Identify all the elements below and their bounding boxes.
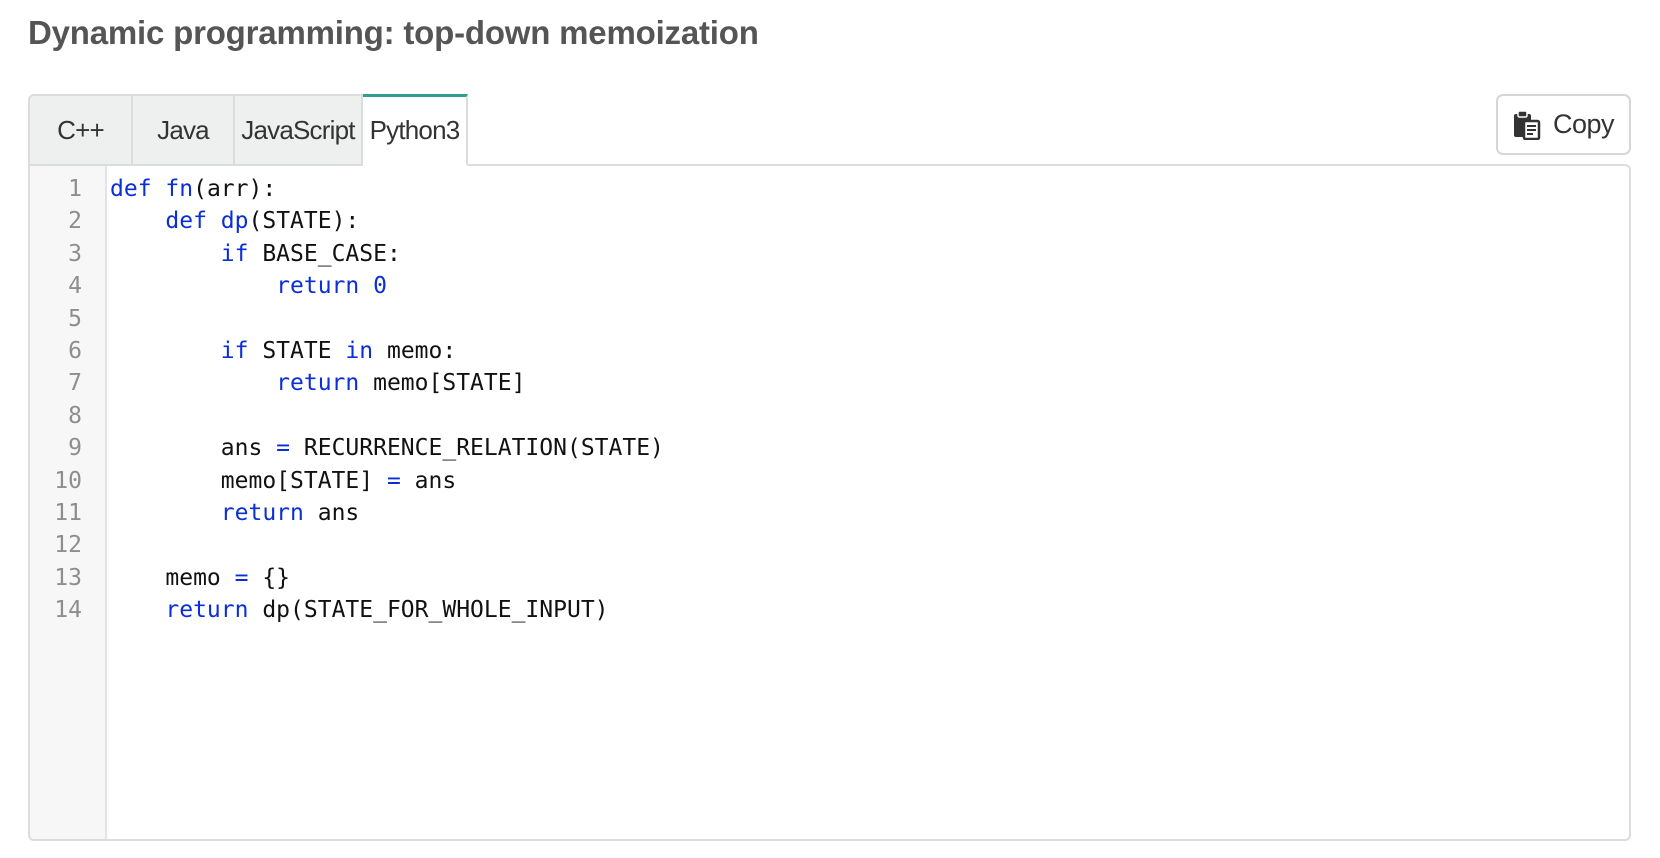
code-token: memo: bbox=[373, 338, 457, 364]
line-number-gutter: 1 2 3 4 5 6 7 8 9 10 11 12 13 14 bbox=[30, 166, 107, 839]
code-token: return bbox=[276, 273, 360, 300]
code-line: return memo[STATE] bbox=[110, 366, 525, 400]
line-number: 2 bbox=[68, 208, 82, 235]
code-token: = bbox=[276, 435, 291, 462]
code-token: = bbox=[234, 564, 249, 591]
code-line: def dp(STATE): bbox=[110, 204, 359, 238]
code-line: return 0 bbox=[110, 269, 387, 303]
code-token: RECURRENCE_RELATION(STATE) bbox=[290, 435, 664, 462]
code-token: (arr): bbox=[193, 176, 277, 202]
code-token: = bbox=[386, 467, 401, 494]
code-token: return bbox=[165, 597, 249, 624]
code-token: return bbox=[220, 500, 304, 526]
tab-java[interactable]: Java bbox=[133, 94, 235, 166]
code-token: BASE_CASE: bbox=[248, 240, 401, 267]
code-widget: C++ Java JavaScript Python3 Copy 1234567… bbox=[28, 94, 1631, 841]
code-line: if BASE_CASE: bbox=[110, 237, 401, 271]
code-token: dp bbox=[220, 208, 249, 235]
code-token: if bbox=[220, 240, 249, 267]
code-token: in bbox=[345, 338, 374, 364]
code-line: return ans bbox=[110, 496, 359, 530]
code-token: def bbox=[110, 176, 152, 202]
code-token: STATE bbox=[248, 338, 346, 364]
code-token: def bbox=[165, 208, 207, 235]
line-number: 5 bbox=[68, 305, 82, 332]
line-number: 10 bbox=[54, 467, 82, 494]
line-number: 6 bbox=[68, 338, 82, 364]
line-number: 3 bbox=[68, 240, 82, 267]
line-number: 9 bbox=[68, 435, 82, 462]
code-token: if bbox=[220, 338, 249, 364]
code-line: ans = RECURRENCE_RELATION(STATE) bbox=[110, 431, 664, 465]
code-token: {} bbox=[248, 564, 291, 591]
line-number: 14 bbox=[54, 597, 82, 624]
line-number: 11 bbox=[54, 500, 82, 526]
line-number: 13 bbox=[54, 564, 82, 591]
code-token: memo[STATE] bbox=[359, 370, 526, 397]
code-line: memo[STATE] = ans bbox=[110, 464, 456, 498]
language-tabs: C++ Java JavaScript Python3 bbox=[28, 94, 468, 166]
code-token: dp(STATE_FOR_WHOLE_INPUT) bbox=[248, 597, 609, 624]
code-token: ans bbox=[303, 500, 360, 526]
code-token: 0 bbox=[373, 273, 387, 300]
code-token: memo bbox=[110, 564, 235, 591]
code-editor[interactable]: 1 2 3 4 5 6 7 8 9 10 11 12 13 14 def fn(arr): def dp(… bbox=[28, 164, 1631, 841]
line-number: 8 bbox=[68, 402, 82, 429]
code-token: return bbox=[276, 370, 360, 397]
code-token: (STATE): bbox=[248, 208, 360, 235]
page-title: Dynamic programming: top-down memoizatio… bbox=[28, 14, 759, 51]
clipboard-icon bbox=[1513, 109, 1541, 140]
copy-button[interactable]: Copy bbox=[1496, 94, 1631, 155]
line-number: 1 bbox=[68, 176, 82, 202]
copy-button-label: Copy bbox=[1552, 109, 1615, 139]
line-number: 4 bbox=[68, 273, 82, 300]
code-line: def fn(arr): bbox=[110, 172, 276, 206]
code-token: ans bbox=[400, 467, 457, 494]
line-number: 12 bbox=[54, 532, 82, 559]
code-token: ans bbox=[110, 435, 277, 462]
code-token: memo[STATE] bbox=[110, 467, 387, 494]
tab-javascript[interactable]: JavaScript bbox=[235, 94, 363, 166]
code-line: if STATE in memo: bbox=[110, 334, 456, 368]
code-line: return dp(STATE_FOR_WHOLE_INPUT) bbox=[110, 593, 609, 627]
code-line: memo = {} bbox=[110, 561, 290, 595]
tab-python3[interactable]: Python3 bbox=[363, 94, 468, 166]
tab-cpp[interactable]: C++ bbox=[28, 94, 133, 166]
code-token: fn bbox=[165, 176, 194, 202]
line-number: 7 bbox=[68, 370, 82, 397]
